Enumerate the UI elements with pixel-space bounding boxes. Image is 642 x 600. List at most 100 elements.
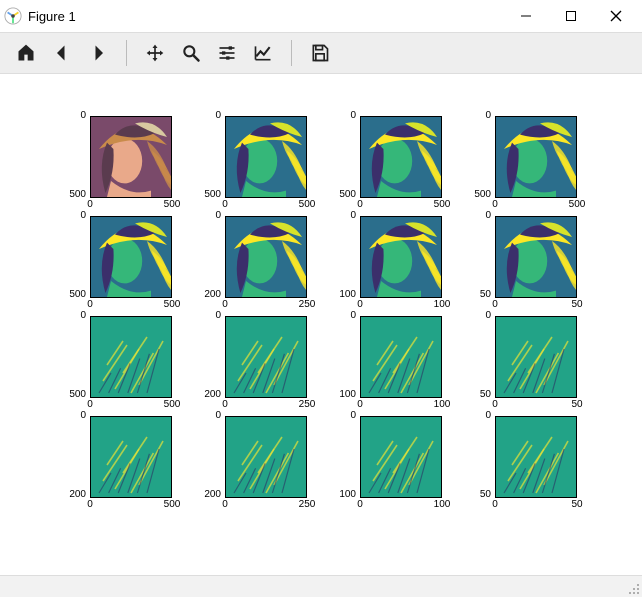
plot-image bbox=[360, 116, 442, 198]
subplot: 05000500 bbox=[50, 108, 192, 218]
plot-image bbox=[360, 216, 442, 298]
plot-image bbox=[360, 316, 442, 398]
chart-line-icon bbox=[253, 43, 273, 63]
subplot: 01000100 bbox=[320, 308, 462, 418]
home-button[interactable] bbox=[10, 37, 42, 69]
xtick-label: 100 bbox=[428, 500, 456, 510]
home-icon bbox=[16, 43, 36, 63]
save-button[interactable] bbox=[304, 37, 336, 69]
plot-image bbox=[495, 216, 577, 298]
ytick-label: 0 bbox=[455, 111, 491, 121]
ytick-label: 0 bbox=[320, 311, 356, 321]
ytick-label: 500 bbox=[455, 190, 491, 200]
ytick-label: 50 bbox=[455, 290, 491, 300]
search-icon bbox=[181, 43, 201, 63]
ytick-label: 0 bbox=[185, 111, 221, 121]
xtick-label: 0 bbox=[485, 500, 505, 510]
subplot: 05000500 bbox=[50, 208, 192, 318]
resize-grip-icon[interactable] bbox=[626, 581, 640, 595]
subplot: 02000250 bbox=[185, 208, 327, 318]
subplot: 02000250 bbox=[185, 308, 327, 418]
subplot: 050050 bbox=[455, 208, 597, 318]
back-button[interactable] bbox=[46, 37, 78, 69]
titlebar: Figure 1 bbox=[0, 0, 642, 32]
subplot: 01000100 bbox=[320, 408, 462, 518]
ytick-label: 0 bbox=[455, 311, 491, 321]
plot-image bbox=[495, 316, 577, 398]
plot-image bbox=[225, 116, 307, 198]
subplot: 01000100 bbox=[320, 208, 462, 318]
ytick-label: 200 bbox=[185, 490, 221, 500]
toolbar-separator bbox=[291, 40, 292, 66]
forward-button[interactable] bbox=[82, 37, 114, 69]
plot-image bbox=[225, 216, 307, 298]
ytick-label: 0 bbox=[185, 311, 221, 321]
close-button[interactable] bbox=[593, 1, 638, 31]
subplot: 05000500 bbox=[320, 108, 462, 218]
subplot: 050050 bbox=[455, 308, 597, 418]
toolbar-separator bbox=[126, 40, 127, 66]
ytick-label: 200 bbox=[185, 390, 221, 400]
ytick-label: 0 bbox=[50, 311, 86, 321]
ytick-label: 200 bbox=[50, 490, 86, 500]
ytick-label: 0 bbox=[455, 211, 491, 221]
subplot: 02000500 bbox=[50, 408, 192, 518]
plot-image bbox=[90, 316, 172, 398]
plot-image bbox=[225, 416, 307, 498]
ytick-label: 0 bbox=[320, 411, 356, 421]
axes-button[interactable] bbox=[247, 37, 279, 69]
ytick-label: 0 bbox=[185, 411, 221, 421]
xtick-label: 0 bbox=[80, 500, 100, 510]
ytick-label: 50 bbox=[455, 490, 491, 500]
arrow-left-icon bbox=[52, 43, 72, 63]
ytick-label: 500 bbox=[50, 190, 86, 200]
xtick-label: 0 bbox=[350, 500, 370, 510]
xtick-label: 0 bbox=[215, 500, 235, 510]
ytick-label: 200 bbox=[185, 290, 221, 300]
pan-button[interactable] bbox=[139, 37, 171, 69]
minimize-button[interactable] bbox=[503, 1, 548, 31]
ytick-label: 0 bbox=[320, 211, 356, 221]
subplot: 05000500 bbox=[50, 308, 192, 418]
subplot: 02000250 bbox=[185, 408, 327, 518]
plot-image bbox=[360, 416, 442, 498]
ytick-label: 0 bbox=[50, 411, 86, 421]
plot-image bbox=[495, 416, 577, 498]
xtick-label: 250 bbox=[293, 500, 321, 510]
plot-image bbox=[90, 416, 172, 498]
xtick-label: 50 bbox=[563, 500, 591, 510]
subplot: 05000500 bbox=[185, 108, 327, 218]
subplot: 05000500 bbox=[455, 108, 597, 218]
subplot: 050050 bbox=[455, 408, 597, 518]
xtick-label: 500 bbox=[158, 500, 186, 510]
toolbar bbox=[0, 32, 642, 74]
ytick-label: 0 bbox=[320, 111, 356, 121]
ytick-label: 50 bbox=[455, 390, 491, 400]
ytick-label: 0 bbox=[455, 411, 491, 421]
ytick-label: 500 bbox=[185, 190, 221, 200]
ytick-label: 500 bbox=[50, 290, 86, 300]
subplots-button[interactable] bbox=[211, 37, 243, 69]
plot-image bbox=[495, 116, 577, 198]
ytick-label: 100 bbox=[320, 490, 356, 500]
ytick-label: 100 bbox=[320, 290, 356, 300]
ytick-label: 0 bbox=[50, 211, 86, 221]
ytick-label: 0 bbox=[185, 211, 221, 221]
sliders-icon bbox=[217, 43, 237, 63]
arrow-right-icon bbox=[88, 43, 108, 63]
plot-image bbox=[90, 216, 172, 298]
ytick-label: 100 bbox=[320, 390, 356, 400]
save-icon bbox=[310, 43, 330, 63]
plot-image bbox=[225, 316, 307, 398]
statusbar bbox=[0, 575, 642, 597]
ytick-label: 500 bbox=[320, 190, 356, 200]
plot-image bbox=[90, 116, 172, 198]
ytick-label: 500 bbox=[50, 390, 86, 400]
ytick-label: 0 bbox=[50, 111, 86, 121]
app-icon bbox=[4, 7, 22, 25]
move-icon bbox=[145, 43, 165, 63]
figure-canvas[interactable]: 0500050005000500050005000500050005000500… bbox=[0, 74, 642, 574]
maximize-button[interactable] bbox=[548, 1, 593, 31]
window-title: Figure 1 bbox=[28, 9, 76, 24]
zoom-button[interactable] bbox=[175, 37, 207, 69]
